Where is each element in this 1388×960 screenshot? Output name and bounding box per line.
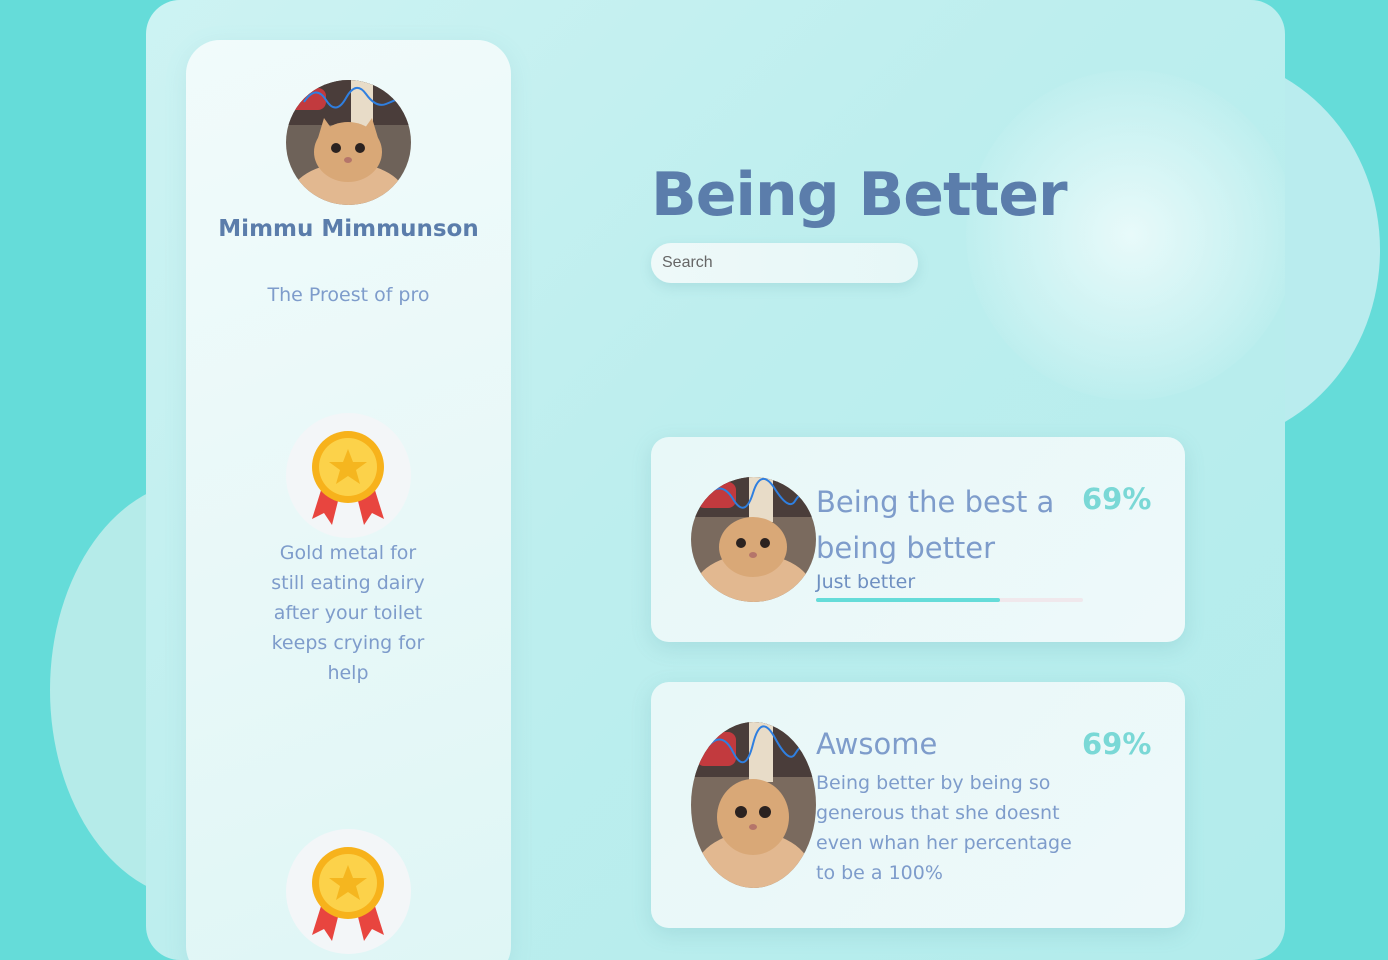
decor-glow — [966, 70, 1285, 400]
page-title: Being Better — [651, 160, 1068, 230]
badge-gold-medal[interactable] — [286, 413, 411, 538]
card-description: Being better by being so generous that s… — [816, 772, 1072, 884]
card-title: Being the best a being better — [816, 485, 1055, 565]
card-title: Awsome — [816, 727, 938, 761]
search-input[interactable] — [651, 243, 918, 283]
card-percent: 69% — [1082, 727, 1152, 761]
progress-bar — [816, 598, 1083, 602]
cat-photo-icon — [691, 722, 816, 888]
cat-photo-icon — [286, 80, 411, 205]
goal-card[interactable]: Awsome 69% Being better by being so gene… — [651, 682, 1185, 928]
badge-gold-medal-2[interactable] — [286, 829, 411, 954]
gold-medal-icon — [312, 847, 384, 941]
card-image — [691, 722, 816, 888]
main-panel: Mimmu Mimmunson The Proest of pro Gold m… — [146, 0, 1285, 960]
profile-avatar[interactable] — [286, 80, 411, 205]
progress-fill — [816, 598, 1001, 602]
profile-title: The Proest of pro — [267, 284, 430, 306]
gold-medal-icon — [312, 431, 384, 525]
badge-description: Gold metal for still eating dairy after … — [271, 542, 425, 684]
profile-sidebar: Mimmu Mimmunson The Proest of pro Gold m… — [186, 40, 511, 960]
card-percent: 69% — [1082, 482, 1152, 516]
card-subtitle: Just better — [816, 571, 916, 593]
card-image — [691, 477, 816, 602]
cat-photo-icon — [691, 477, 816, 602]
goal-card[interactable]: Being the best a being better 69% Just b… — [651, 437, 1185, 642]
profile-name: Mimmu Mimmunson — [218, 216, 479, 242]
